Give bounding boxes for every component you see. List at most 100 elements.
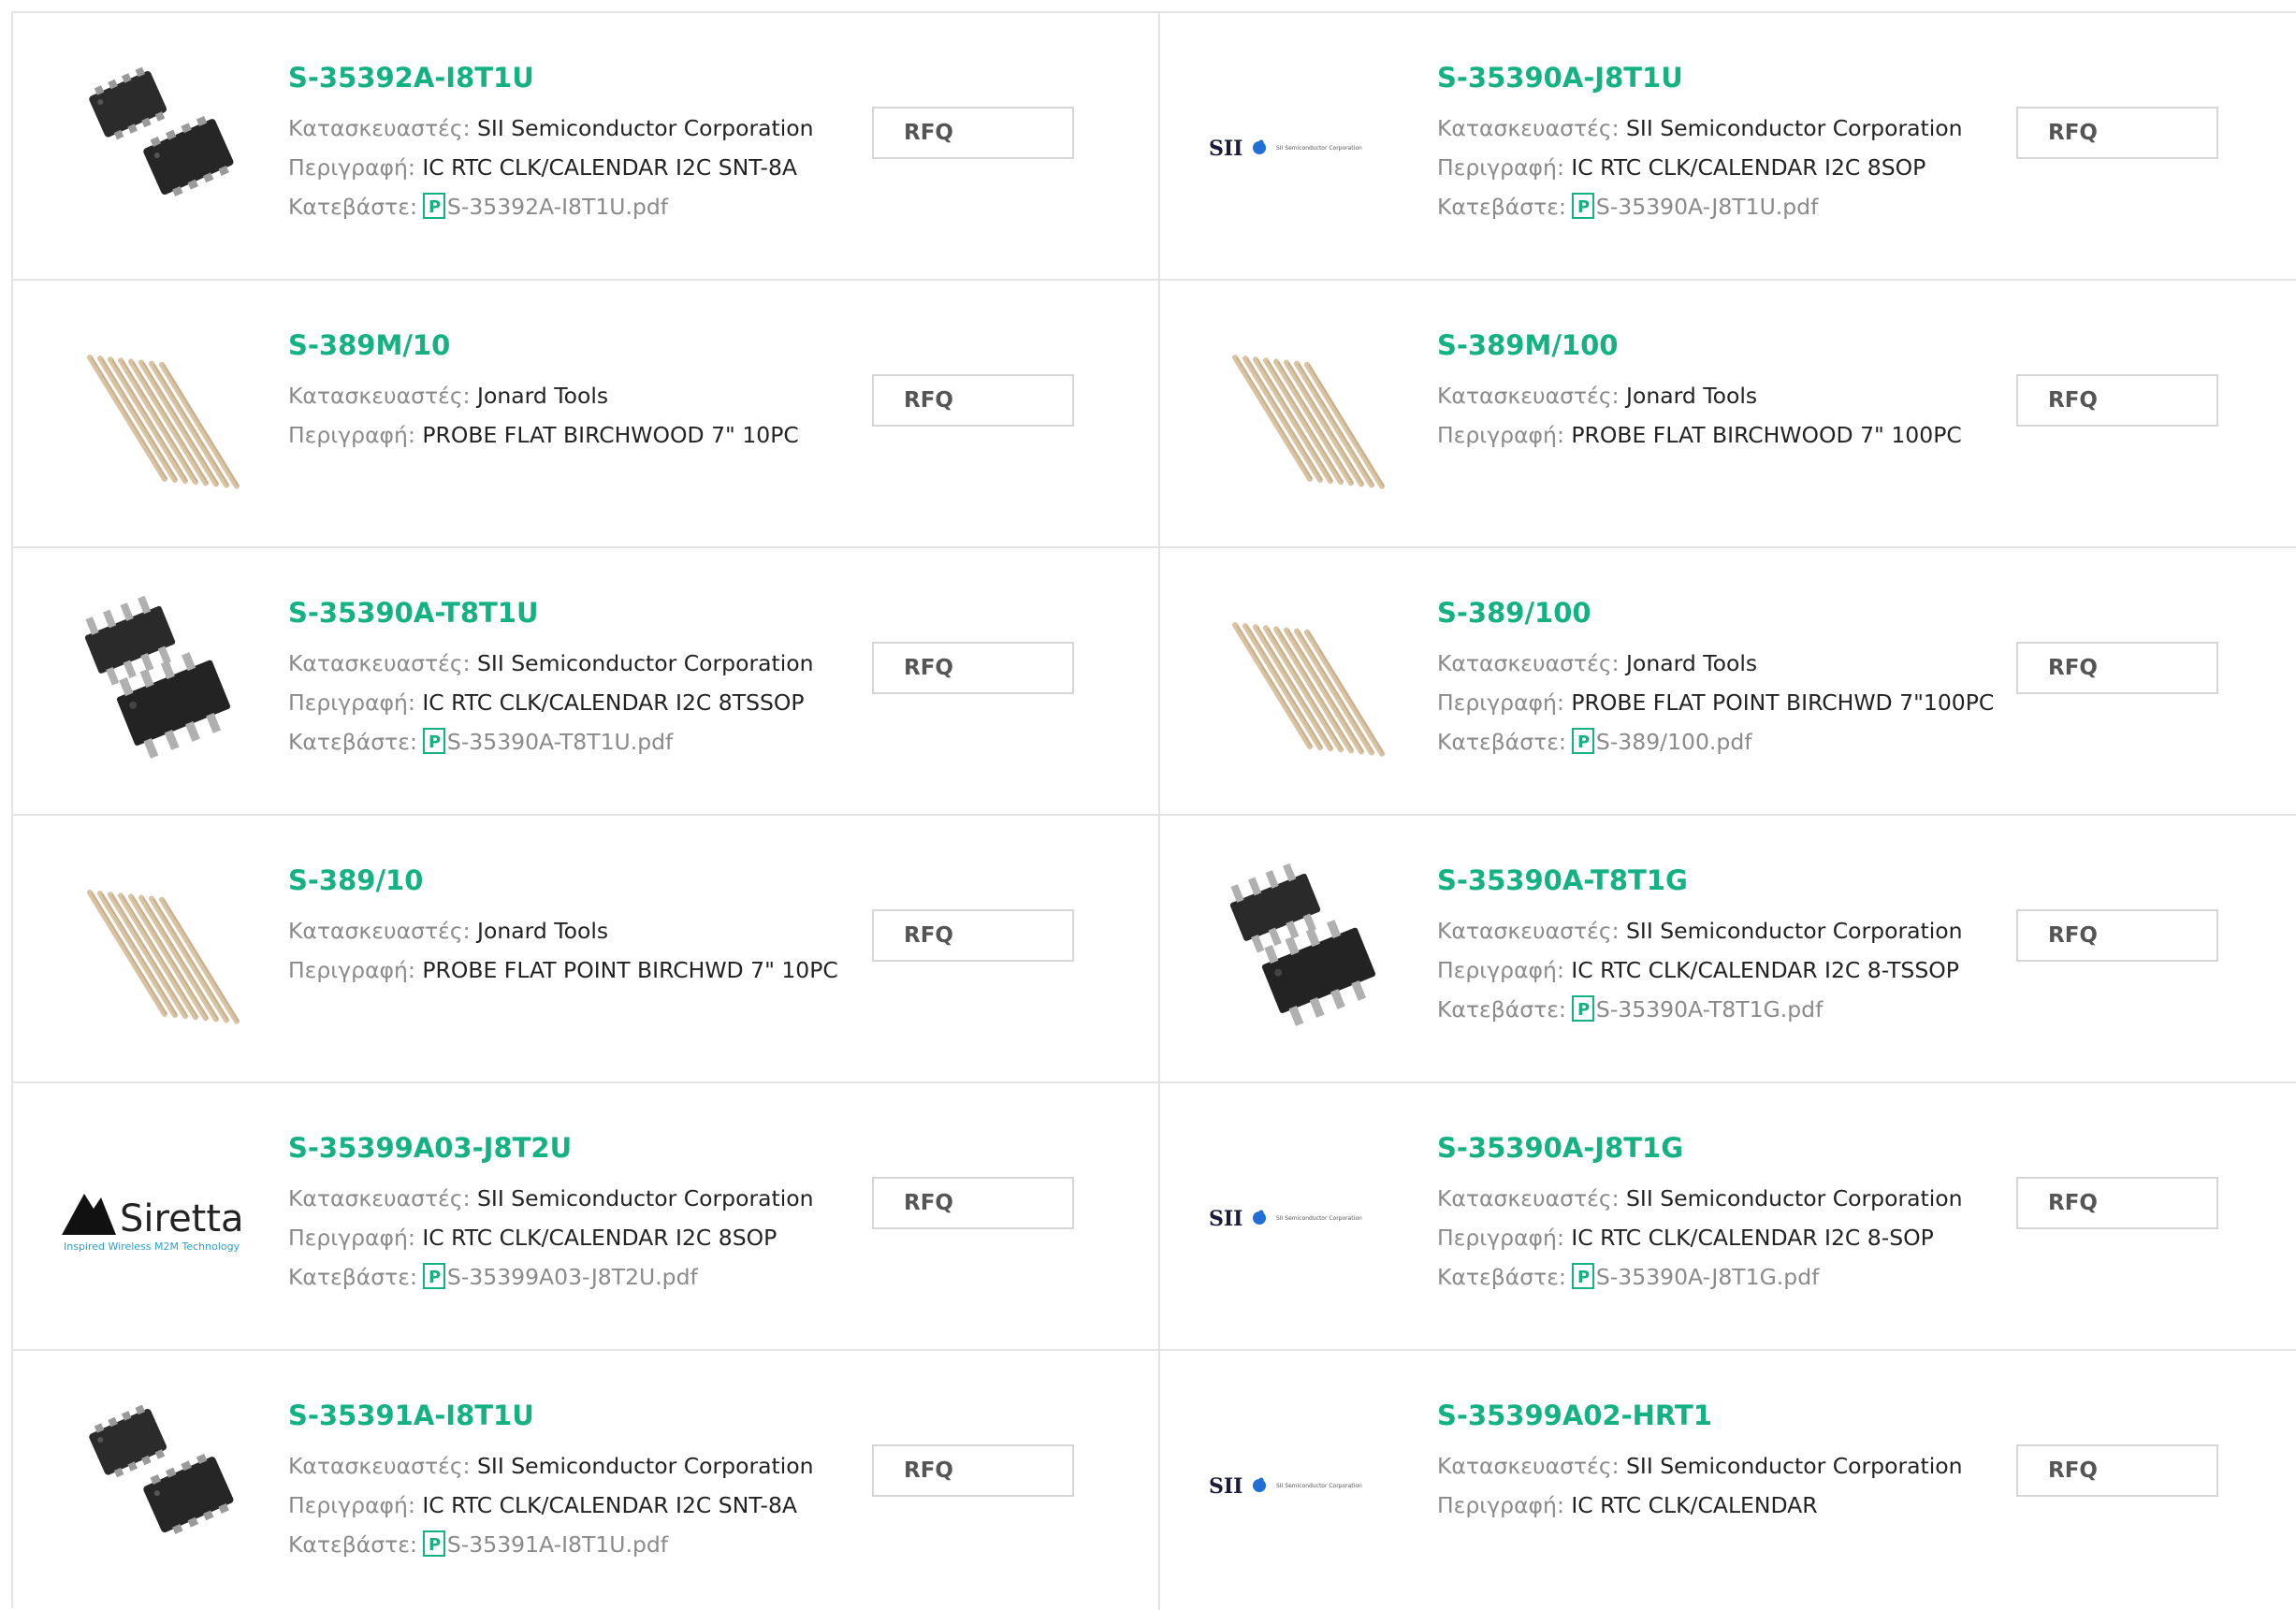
manufacturer-label: Κατασκευαστές:: [1437, 115, 1620, 141]
description-value: IC RTC CLK/CALENDAR I2C 8SOP: [422, 1225, 777, 1251]
description-row: Περιγραφή: IC RTC CLK/CALENDAR I2C 8-SOP: [1437, 1218, 1998, 1257]
description-row: Περιγραφή: IC RTC CLK/CALENDAR I2C 8TSSO…: [288, 683, 850, 722]
rfq-button[interactable]: RFQ: [2016, 909, 2218, 962]
description-label: Περιγραφή:: [1437, 689, 1564, 716]
part-number-link[interactable]: S-35390A-J8T1G: [1437, 1132, 1998, 1164]
manufacturer-row: Κατασκευαστές: SII Semiconductor Corpora…: [288, 109, 850, 148]
product-image[interactable]: [62, 320, 249, 507]
rfq-button[interactable]: RFQ: [872, 1444, 1074, 1497]
part-number-link[interactable]: S-35390A-T8T1G: [1437, 864, 1998, 896]
svg-text:P: P: [429, 197, 441, 217]
logo-text: SII: [1209, 137, 1242, 161]
svg-text:P: P: [1577, 197, 1590, 217]
pdf-icon[interactable]: P: [417, 1263, 447, 1290]
manufacturer-row: Κατασκευαστές: SII Semiconductor Corpora…: [1437, 911, 1998, 950]
rfq-button[interactable]: RFQ: [2016, 642, 2218, 694]
description-row: Περιγραφή: IC RTC CLK/CALENDAR I2C SNT-8…: [288, 1486, 850, 1525]
description-value: IC RTC CLK/CALENDAR I2C SNT-8A: [422, 154, 797, 181]
rfq-button[interactable]: RFQ: [872, 374, 1074, 427]
description-value: IC RTC CLK/CALENDAR I2C 8TSSOP: [422, 689, 805, 716]
product-image[interactable]: [1207, 587, 1394, 775]
manufacturer-label: Κατασκευαστές:: [1437, 1185, 1620, 1211]
pdf-icon[interactable]: P: [1566, 1263, 1596, 1290]
rfq-button[interactable]: RFQ: [872, 1177, 1074, 1229]
product-image[interactable]: [1207, 320, 1394, 507]
datasheet-link[interactable]: S-35390A-J8T1U.pdf: [1596, 194, 1818, 220]
rfq-button[interactable]: RFQ: [872, 909, 1074, 962]
description-row: Περιγραφή: PROBE FLAT BIRCHWOOD 7" 100PC: [1437, 415, 1998, 455]
datasheet-link[interactable]: S-35390A-T8T1U.pdf: [447, 729, 673, 755]
manufacturer-label: Κατασκευαστές:: [1437, 650, 1620, 676]
download-row: Κατεβάστε: P S-35399A03-J8T2U.pdf: [288, 1257, 850, 1297]
description-value: IC RTC CLK/CALENDAR I2C SNT-8A: [422, 1492, 797, 1518]
datasheet-link[interactable]: S-389/100.pdf: [1596, 729, 1752, 755]
manufacturer-value: SII Semiconductor Corporation: [1626, 115, 1963, 141]
product-info: S-35390A-J8T1U Κατασκευαστές: SII Semico…: [1437, 62, 1998, 226]
product-image[interactable]: SII SII Semiconductor Corporation: [1207, 1390, 1394, 1577]
description-row: Περιγραφή: IC RTC CLK/CALENDAR I2C 8-TSS…: [1437, 950, 1998, 990]
pdf-icon[interactable]: P: [417, 1530, 447, 1558]
download-row: Κατεβάστε: P S-35390A-T8T1G.pdf: [1437, 990, 1998, 1029]
product-info: S-35391A-I8T1U Κατασκευαστές: SII Semico…: [288, 1400, 850, 1564]
product-info: S-35399A02-HRT1 Κατασκευαστές: SII Semic…: [1437, 1400, 1998, 1525]
manufacturer-value: SII Semiconductor Corporation: [477, 650, 814, 676]
product-image[interactable]: [1207, 855, 1394, 1042]
datasheet-link[interactable]: S-35392A-I8T1U.pdf: [447, 194, 668, 220]
datasheet-link[interactable]: S-35390A-T8T1G.pdf: [1596, 996, 1823, 1023]
product-card: SII SII Semiconductor Corporation S-3539…: [1160, 1083, 2296, 1351]
part-number-link[interactable]: S-35399A03-J8T2U: [288, 1132, 850, 1164]
manufacturer-label: Κατασκευαστές:: [288, 1453, 471, 1479]
rfq-button[interactable]: RFQ: [2016, 1444, 2218, 1497]
rfq-button[interactable]: RFQ: [2016, 107, 2218, 159]
datasheet-link[interactable]: S-35391A-I8T1U.pdf: [447, 1531, 668, 1558]
datasheet-link[interactable]: S-35399A03-J8T2U.pdf: [447, 1264, 698, 1290]
product-image[interactable]: SII SII Semiconductor Corporation: [1207, 1123, 1394, 1310]
logo-text: SII Semiconductor Corporation: [1276, 1215, 1362, 1222]
rfq-button[interactable]: RFQ: [872, 642, 1074, 694]
description-label: Περιγραφή:: [288, 689, 415, 716]
description-label: Περιγραφή:: [288, 1492, 415, 1518]
part-number-link[interactable]: S-35392A-I8T1U: [288, 62, 850, 94]
manufacturer-row: Κατασκευαστές: SII Semiconductor Corpora…: [1437, 1179, 1998, 1218]
part-number-link[interactable]: S-35390A-J8T1U: [1437, 62, 1998, 94]
manufacturer-value: SII Semiconductor Corporation: [1626, 1453, 1963, 1479]
part-number-link[interactable]: S-389/100: [1437, 597, 1998, 629]
product-grid: S-35392A-I8T1U Κατασκευαστές: SII Semico…: [11, 11, 2296, 1610]
rfq-button[interactable]: RFQ: [2016, 1177, 2218, 1229]
product-card: S-35391A-I8T1U Κατασκευαστές: SII Semico…: [13, 1351, 1160, 1610]
part-number-link[interactable]: S-389/10: [288, 864, 850, 896]
product-image[interactable]: Siretta Inspired Wireless M2M Technology: [62, 1123, 249, 1310]
description-label: Περιγραφή:: [288, 1225, 415, 1251]
datasheet-link[interactable]: S-35390A-J8T1G.pdf: [1596, 1264, 1819, 1290]
pdf-icon[interactable]: P: [1566, 995, 1596, 1023]
download-row: Κατεβάστε: P S-35390A-J8T1U.pdf: [1437, 187, 1998, 226]
pdf-icon[interactable]: P: [1566, 193, 1596, 220]
description-row: Περιγραφή: IC RTC CLK/CALENDAR: [1437, 1486, 1998, 1525]
product-image[interactable]: [62, 587, 249, 775]
pdf-icon[interactable]: P: [1566, 728, 1596, 755]
manufacturer-value: Jonard Tools: [477, 918, 609, 944]
download-label: Κατεβάστε:: [288, 729, 417, 755]
pdf-icon[interactable]: P: [417, 193, 447, 220]
rfq-button[interactable]: RFQ: [872, 107, 1074, 159]
product-image[interactable]: [62, 52, 249, 239]
product-image[interactable]: [62, 855, 249, 1042]
part-number-link[interactable]: S-35399A02-HRT1: [1437, 1400, 1998, 1431]
part-number-link[interactable]: S-35390A-T8T1U: [288, 597, 850, 629]
part-number-link[interactable]: S-389M/100: [1437, 329, 1998, 361]
part-number-link[interactable]: S-389M/10: [288, 329, 850, 361]
download-label: Κατεβάστε:: [1437, 194, 1566, 220]
manufacturer-value: SII Semiconductor Corporation: [477, 1453, 814, 1479]
description-row: Περιγραφή: IC RTC CLK/CALENDAR I2C 8SOP: [288, 1218, 850, 1257]
description-label: Περιγραφή:: [1437, 957, 1564, 983]
product-image[interactable]: [62, 1390, 249, 1577]
description-value: PROBE FLAT BIRCHWOOD 7" 100PC: [1571, 422, 1962, 448]
part-number-link[interactable]: S-35391A-I8T1U: [288, 1400, 850, 1431]
rfq-button[interactable]: RFQ: [2016, 374, 2218, 427]
svg-text:P: P: [1577, 1000, 1590, 1020]
manufacturer-value: SII Semiconductor Corporation: [1626, 1185, 1963, 1211]
pdf-icon[interactable]: P: [417, 728, 447, 755]
description-value: IC RTC CLK/CALENDAR I2C 8-TSSOP: [1571, 957, 1959, 983]
logo-text: SII: [1209, 1474, 1242, 1499]
product-image[interactable]: SII SII Semiconductor Corporation: [1207, 52, 1394, 239]
